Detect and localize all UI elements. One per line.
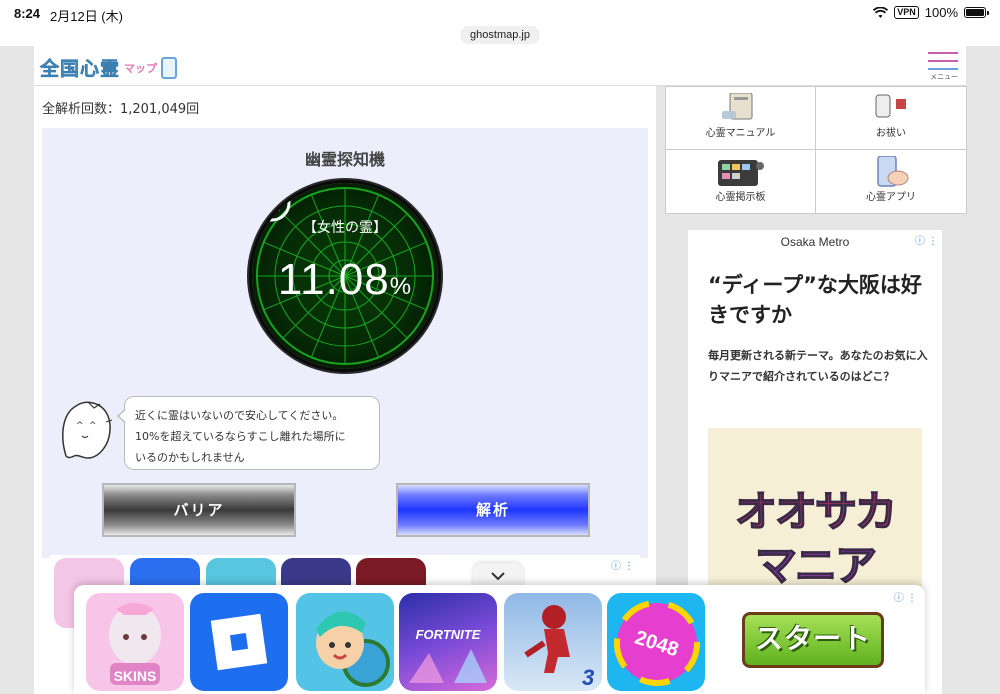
ad-info-icon[interactable]: ⓘ ⋮ bbox=[915, 232, 938, 247]
ad-app-2048[interactable]: 2048 bbox=[607, 593, 705, 691]
svg-text:3: 3 bbox=[582, 665, 594, 690]
ball-2048-icon: 2048 bbox=[614, 600, 700, 686]
site-header: 全国心霊 マップ メニュー bbox=[34, 46, 966, 86]
svg-text:^: ^ bbox=[76, 421, 84, 431]
toca-icon bbox=[316, 611, 390, 687]
analyze-button[interactable]: 解析 bbox=[396, 483, 590, 537]
barrier-button[interactable]: バリア bbox=[102, 483, 296, 537]
ad-info-icon[interactable]: ⓘ ⋮ bbox=[611, 557, 634, 572]
status-date: 2月12日 (木) bbox=[50, 9, 123, 24]
ad-subtext: 毎月更新される新テーマ。あなたのお気に入りマニアで紹介されているのはどこ？ bbox=[708, 349, 928, 383]
wifi-icon bbox=[873, 6, 889, 18]
ghost-mascot-icon: ^ ^ bbox=[62, 401, 113, 459]
ad-brand: Osaka Metro bbox=[780, 235, 850, 249]
ad-headline: “ディープ”な大阪は好きですか bbox=[708, 273, 922, 327]
status-time: 8:24 bbox=[14, 6, 41, 21]
battery-percent: 100% bbox=[924, 5, 958, 20]
fortnite-icon: FORTNITE bbox=[409, 627, 487, 683]
vpn-badge: VPN bbox=[894, 6, 919, 19]
status-bar: 8:24 2月12日 (木) VPN 100% bbox=[0, 0, 1000, 26]
manual-icon bbox=[722, 93, 753, 120]
site-logo[interactable]: 全国心霊 マップ bbox=[40, 54, 178, 81]
message-line-2: 10%を超えているならすこし離れた場所に bbox=[135, 430, 346, 443]
phone-icon bbox=[161, 56, 178, 79]
menu-label: メニュー bbox=[930, 73, 958, 81]
exorcism-icon bbox=[875, 94, 906, 118]
analysis-count: 全解析回数：1,201,049回 bbox=[42, 102, 200, 117]
ad-app-runner[interactable]: 3 bbox=[504, 593, 602, 691]
sidebar-label: お祓い bbox=[876, 128, 906, 139]
sidebar-label: 心霊掲示板 bbox=[715, 192, 766, 203]
url-field[interactable]: ghostmap.jp bbox=[460, 26, 540, 44]
reading-unit: % bbox=[389, 273, 413, 300]
sidebar-item-exorcism[interactable]: お祓い bbox=[816, 87, 966, 150]
status-right: VPN 100% bbox=[873, 5, 989, 20]
bottom-ad[interactable]: SKINS FORTNITE 3 2048 スタート ⓘ ⋮ bbox=[74, 585, 925, 694]
sidebar-label: 心霊アプリ bbox=[866, 192, 916, 203]
sidebar-item-board[interactable]: 心霊掲示板 bbox=[666, 150, 816, 213]
browser-bar: ghostmap.jp bbox=[0, 26, 1000, 46]
radar-display: 【女性の霊】 11.08% bbox=[252, 183, 438, 369]
spirit-reading: 11.08% bbox=[252, 255, 438, 305]
sidebar-label: 心霊マニュアル bbox=[705, 128, 776, 139]
board-icon bbox=[718, 160, 764, 186]
detector-title: 幽霊探知機 bbox=[304, 150, 385, 169]
ad-app-fortnite[interactable]: FORTNITE bbox=[399, 593, 497, 691]
hamburger-icon bbox=[928, 52, 958, 54]
runner-icon: 3 bbox=[524, 605, 594, 690]
svg-text:^: ^ bbox=[89, 421, 97, 431]
sidebar-grid: 心霊マニュアル お祓い 心霊掲示板 心霊アプリ bbox=[665, 86, 967, 214]
reading-value: 11.08 bbox=[277, 255, 390, 304]
battery-icon bbox=[964, 7, 989, 18]
start-button[interactable]: スタート bbox=[742, 612, 884, 668]
banner-line-1: オオサカ bbox=[734, 486, 898, 537]
ad-app-toca[interactable] bbox=[296, 593, 394, 691]
banner-line-2: マニア bbox=[754, 540, 878, 591]
message-bubble: 近くに霊はいないので安心してください。 10%を超えているならすこし離れた場所に… bbox=[117, 396, 380, 470]
sidebar-item-app[interactable]: 心霊アプリ bbox=[816, 150, 966, 213]
ad-info-icon[interactable]: ⓘ ⋮ bbox=[894, 589, 917, 604]
sidebar-item-manual[interactable]: 心霊マニュアル bbox=[666, 87, 816, 150]
app-icon bbox=[877, 156, 909, 187]
logo-text: 全国心霊 bbox=[40, 58, 121, 81]
ad-app-label: SKINS bbox=[114, 668, 157, 684]
message-line-1: 近くに霊はいないので安心してください。 bbox=[135, 409, 344, 422]
direction-arrow-icon bbox=[253, 184, 291, 222]
roblox-icon bbox=[210, 613, 268, 671]
ad-app-label: FORTNITE bbox=[416, 627, 481, 642]
skins-icon: SKINS bbox=[109, 603, 161, 685]
chevron-down-icon bbox=[491, 572, 505, 581]
ghost-detector-panel: 幽霊探知機 【女性の霊】 11.08% ^ ^ 近くに霊はいないので安心してくだ… bbox=[42, 128, 648, 558]
collapse-ad-button[interactable] bbox=[473, 563, 523, 587]
ad-app-skins[interactable]: SKINS bbox=[86, 593, 184, 691]
menu-button[interactable]: メニュー bbox=[928, 52, 960, 82]
logo-sub: マップ bbox=[124, 61, 158, 75]
ad-app-roblox[interactable] bbox=[190, 593, 288, 691]
message-line-3: いるのかもしれません bbox=[135, 451, 245, 464]
